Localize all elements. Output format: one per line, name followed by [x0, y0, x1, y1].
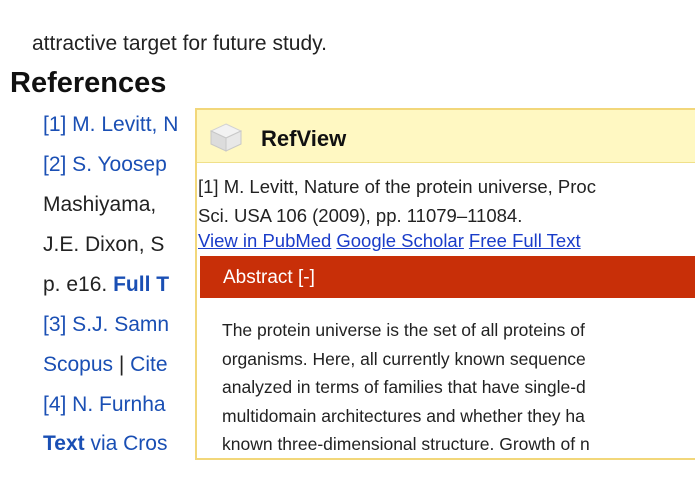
- reference-3-cite-link[interactable]: Cite: [130, 353, 167, 376]
- reference-3[interactable]: [3] S.J. Samn: [43, 313, 169, 337]
- abstract-line: analyzed in terms of families that have …: [222, 377, 586, 397]
- view-in-pubmed-link[interactable]: View in PubMed: [198, 230, 331, 251]
- citation-line-2: Sci. USA 106 (2009), pp. 11079–11084.: [198, 205, 523, 226]
- reference-1[interactable]: [1] M. Levitt, N: [43, 113, 178, 137]
- google-scholar-link[interactable]: Google Scholar: [336, 230, 464, 251]
- reference-4[interactable]: [4] N. Furnha: [43, 393, 166, 417]
- refview-title: RefView: [261, 126, 347, 151]
- reference-2-label[interactable]: [2] S. Yoosep: [43, 153, 167, 176]
- link-separator: |: [113, 353, 131, 376]
- abstract-line: known three-dimensional structure. Growt…: [222, 434, 590, 454]
- references-heading: References: [10, 67, 167, 99]
- reference-2-full-text-link[interactable]: Full T: [113, 273, 169, 296]
- free-full-text-link[interactable]: Free Full Text: [469, 230, 581, 251]
- refview-links: View in PubMed Google Scholar Free Full Te…: [198, 230, 586, 252]
- reference-2-authors-cont2: J.E. Dixon, S: [43, 233, 165, 256]
- reference-3-links: Scopus | Cite: [43, 353, 168, 377]
- reference-4-text-link[interactable]: Text: [43, 432, 85, 455]
- reference-3-scopus-link[interactable]: Scopus: [43, 353, 113, 376]
- reference-3-label[interactable]: [3] S.J. Samn: [43, 313, 169, 336]
- reference-4-via-crossref[interactable]: via Cros: [85, 432, 167, 455]
- reference-2-pages-line: p. e16. Full T: [43, 273, 169, 297]
- abstract-toggle-label[interactable]: Abstract [-]: [223, 267, 315, 289]
- refview-popup[interactable]: RefView [1] M. Levitt, Nature of the pro…: [195, 108, 695, 460]
- refview-header: RefView: [197, 110, 695, 163]
- article-intro-text: attractive target for future study.: [32, 32, 327, 55]
- reference-2[interactable]: [2] S. Yoosep: [43, 153, 167, 177]
- abstract-line: multidomain architectures and whether th…: [222, 405, 585, 426]
- reference-2-authors-cont: Mashiyama,: [43, 193, 157, 216]
- abstract-toggle[interactable]: Abstract [-]: [200, 256, 695, 298]
- abstract-text: The protein universe is the set of all p…: [222, 316, 590, 458]
- reference-4-links: Text via Cros: [43, 432, 167, 456]
- citation-line-1: [1] M. Levitt, Nature of the protein uni…: [198, 176, 596, 197]
- abstract-line: The protein universe is the set of all p…: [222, 320, 585, 340]
- abstract-line: organisms. Here, all currently known seq…: [222, 348, 586, 369]
- reference-4-label[interactable]: [4] N. Furnha: [43, 393, 166, 416]
- reference-1-label[interactable]: [1] M. Levitt, N: [43, 113, 178, 136]
- cube-icon: [209, 123, 243, 152]
- reference-2-pages: p. e16.: [43, 273, 108, 296]
- refview-citation: [1] M. Levitt, Nature of the protein uni…: [198, 172, 596, 230]
